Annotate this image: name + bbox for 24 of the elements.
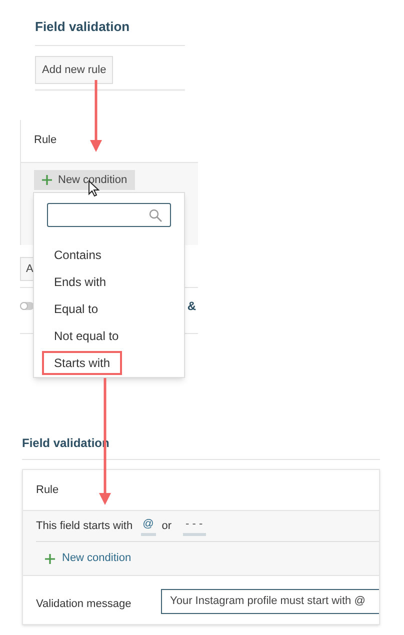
field-label: Validation message: [36, 596, 132, 612]
add-rule-button[interactable]: Add new rule: [35, 56, 114, 84]
new-condition-button[interactable]: New condition: [45, 550, 132, 567]
dropdown-item[interactable]: Not equal to: [42, 324, 131, 348]
section-title: Field validation: [35, 18, 131, 36]
rule-label: Rule: [33, 133, 58, 148]
condition-value[interactable]: @: [140, 516, 156, 536]
dropdown-item[interactable]: Contains: [42, 242, 114, 266]
condition-text: This field starts with: [36, 518, 133, 534]
new-condition-button[interactable]: New condition: [34, 170, 136, 190]
dropdown-item[interactable]: Starts with: [42, 350, 122, 374]
plus-icon: [42, 175, 52, 185]
validation-message-input[interactable]: Your Instagram profile must start with @: [161, 589, 379, 614]
dropdown-item[interactable]: Ends with: [42, 270, 118, 294]
condition-value[interactable]: - - -: [182, 516, 206, 536]
rule-label: Rule: [35, 482, 60, 498]
search-icon: [149, 208, 162, 222]
toggle-switch[interactable]: [20, 302, 34, 310]
ampersand-text: &: [187, 298, 196, 314]
joiner-text: or: [162, 518, 172, 534]
arrow: [90, 80, 102, 152]
search-field[interactable]: [47, 203, 171, 227]
dropdown-item[interactable]: Equal to: [42, 296, 110, 320]
plus-icon: [45, 554, 55, 564]
